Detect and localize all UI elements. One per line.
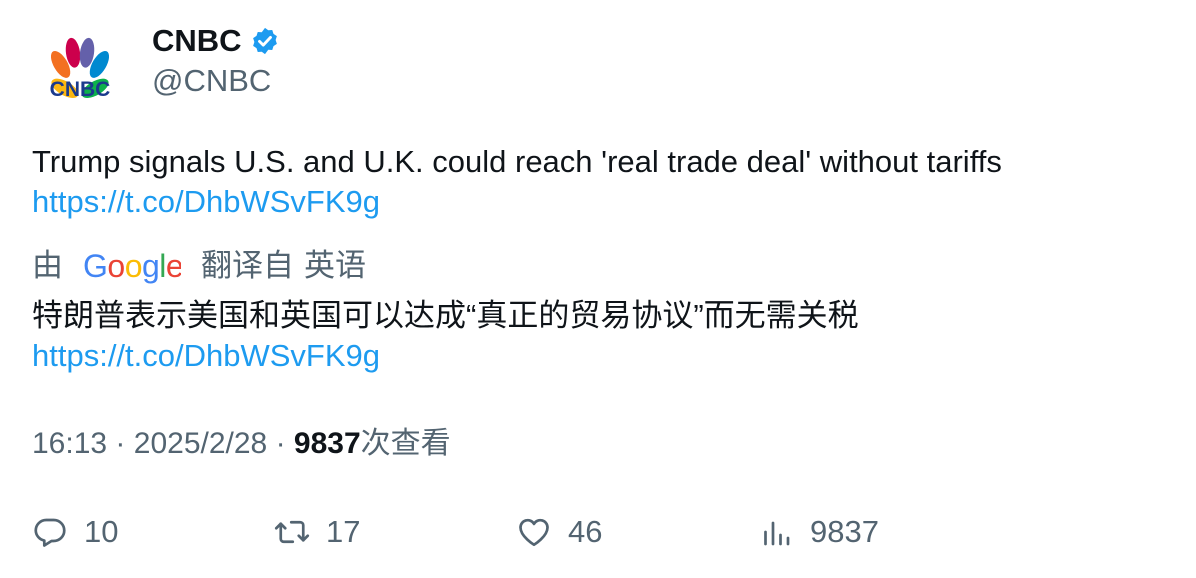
views-button[interactable]: 9837	[758, 510, 879, 554]
author-name[interactable]: CNBC	[152, 22, 242, 60]
translation-label: 翻译自	[201, 248, 294, 283]
views-action-count: 9837	[810, 514, 879, 549]
like-button[interactable]: 46	[516, 510, 602, 554]
nbc-peacock-icon: CNBC	[50, 37, 111, 101]
tweet-text: Trump signals U.S. and U.K. could reach …	[32, 144, 1002, 179]
avatar[interactable]: CNBC	[32, 24, 128, 120]
reply-count: 10	[84, 514, 119, 549]
tweet-body: Trump signals U.S. and U.K. could reach …	[32, 142, 1162, 222]
avatar-logo-text: CNBC	[50, 78, 111, 101]
translated-body: 特朗普表示美国和英国可以达成“真正的贸易协议”而无需关税 https://t.c…	[32, 296, 1162, 376]
tweet-meta: 16:13 · 2025/2/28 · 9837次查看	[32, 424, 451, 464]
views-count: 9837	[293, 427, 361, 460]
heart-icon	[519, 518, 549, 547]
analytics-icon	[764, 521, 790, 546]
author-row: CNBC	[152, 22, 280, 60]
svg-text:Google: Google	[83, 248, 181, 284]
views-label: 次查看	[360, 427, 451, 460]
action-bar: 10 17 46 9837	[32, 510, 1162, 554]
author-handle[interactable]: @CNBC	[152, 62, 271, 100]
verified-badge-icon[interactable]	[250, 26, 280, 56]
translation-prefix: 由	[32, 248, 63, 283]
translation-language: 英语	[304, 248, 366, 283]
translation-attribution: 由 Google 翻译自 英语	[32, 246, 366, 286]
translated-text: 特朗普表示美国和英国可以达成“真正的贸易协议”而无需关税	[32, 298, 859, 333]
google-logo-icon: Google	[83, 248, 181, 284]
like-count: 46	[568, 514, 603, 549]
reply-button[interactable]: 10	[32, 510, 118, 554]
retweet-button[interactable]: 17	[274, 510, 360, 554]
tweet-time[interactable]: 16:13	[32, 427, 107, 460]
retweet-count: 17	[326, 514, 361, 549]
meta-separator: ·	[275, 427, 286, 460]
meta-separator: ·	[115, 427, 126, 460]
tweet-link[interactable]: https://t.co/DhbWSvFK9g	[32, 182, 1162, 222]
retweet-icon	[274, 520, 310, 544]
reply-icon	[34, 518, 66, 547]
tweet-date[interactable]: 2025/2/28	[134, 427, 267, 460]
translated-link[interactable]: https://t.co/DhbWSvFK9g	[32, 336, 1162, 376]
